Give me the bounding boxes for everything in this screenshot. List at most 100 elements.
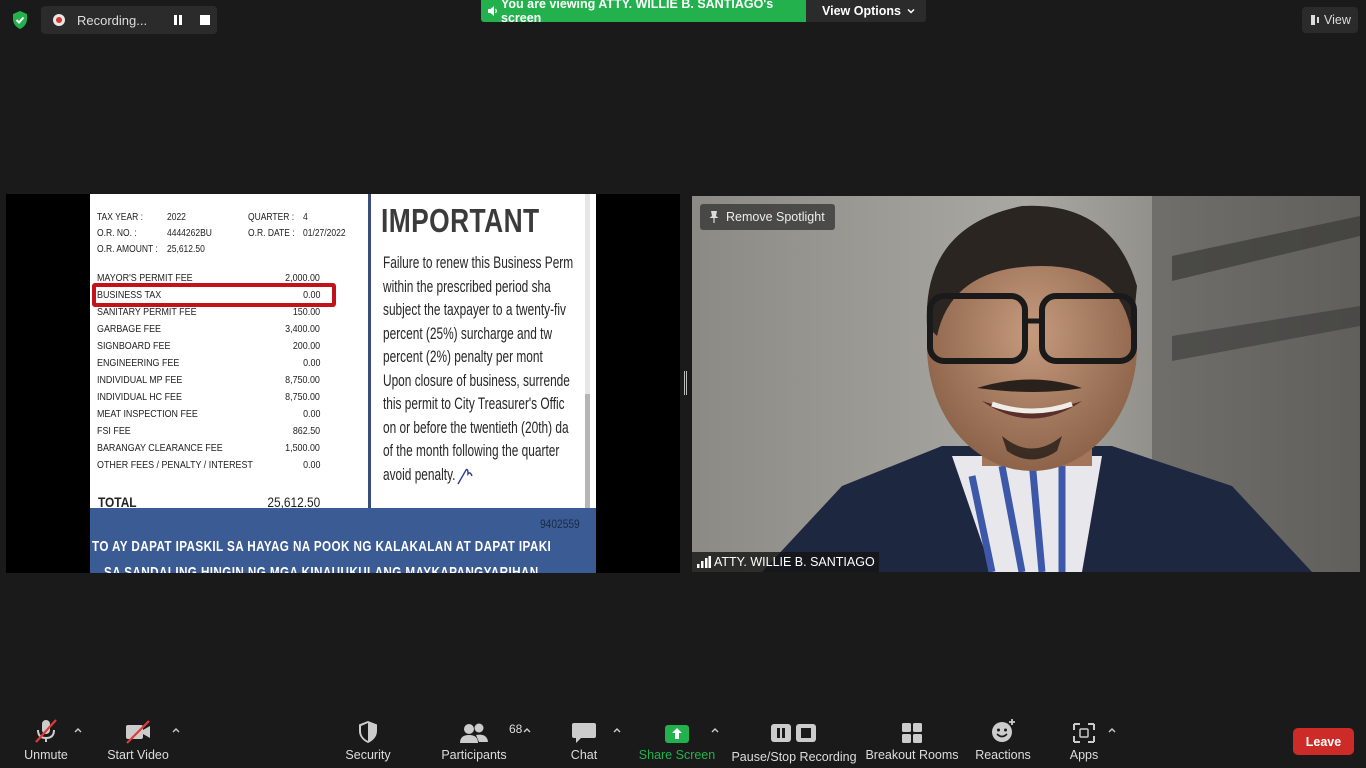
participants-icon bbox=[460, 723, 488, 743]
fee-label: ENGINEERING FEE bbox=[97, 357, 180, 369]
apps-button[interactable]: Apps bbox=[1066, 716, 1102, 766]
split-resize-handle[interactable] bbox=[684, 371, 687, 395]
security-label: Security bbox=[345, 748, 391, 762]
viewing-screen-banner: You are viewing ATTY. WILLIE B. SANTIAGO… bbox=[481, 0, 806, 25]
fee-label: INDIVIDUAL MP FEE bbox=[97, 374, 183, 386]
important-text: Failure to renew this Business Perm with… bbox=[383, 254, 574, 484]
video-options-caret-icon[interactable] bbox=[171, 726, 181, 734]
fee-amount: 862.50 bbox=[292, 425, 320, 437]
fee-label: MEAT INSPECTION FEE bbox=[97, 408, 198, 420]
participants-label: Participants bbox=[441, 748, 507, 762]
chat-bubble-icon bbox=[572, 723, 596, 743]
permit-fees-panel: TAX YEAR : 2022 QUARTER : 4 O.R. NO. : 4… bbox=[90, 194, 368, 510]
shield-icon bbox=[359, 721, 377, 743]
remove-spotlight-button[interactable]: Remove Spotlight bbox=[700, 204, 835, 230]
share-screen-button[interactable]: Share Screen bbox=[638, 716, 716, 766]
view-options-label: View Options bbox=[822, 4, 901, 18]
banner-text-line1: TO AY DAPAT IPASKIL SA HAYAG NA POOK NG … bbox=[92, 538, 552, 555]
connection-signal-icon bbox=[697, 556, 711, 568]
chevron-down-icon bbox=[907, 8, 915, 14]
tax-year-value: 2022 bbox=[167, 212, 186, 223]
view-layout-button[interactable]: View bbox=[1302, 7, 1358, 33]
fee-label: GARBAGE FEE bbox=[97, 323, 161, 335]
start-video-label: Start Video bbox=[107, 748, 169, 762]
video-camera-off-icon bbox=[126, 720, 150, 744]
or-date-label: O.R. DATE : bbox=[248, 228, 295, 239]
fee-label: INDIVIDUAL HC FEE bbox=[97, 391, 182, 403]
fee-amount: 3,400.00 bbox=[285, 323, 320, 335]
fee-amount: 150.00 bbox=[292, 306, 320, 318]
recording-status: Recording... bbox=[77, 12, 148, 28]
start-video-button[interactable]: Start Video bbox=[106, 716, 170, 766]
apps-label: Apps bbox=[1069, 748, 1099, 762]
spotlight-label: Remove Spotlight bbox=[726, 210, 825, 224]
chat-options-caret-icon[interactable] bbox=[612, 726, 622, 734]
document-scrollbar[interactable] bbox=[585, 194, 590, 512]
or-amount-label: O.R. AMOUNT : bbox=[97, 244, 158, 255]
pause-recording-icon[interactable] bbox=[173, 15, 183, 25]
fee-label: SANITARY PERMIT FEE bbox=[97, 306, 197, 318]
security-button[interactable]: Security bbox=[344, 716, 392, 766]
or-date-value: 01/27/2022 bbox=[303, 228, 346, 239]
participant-video-feed bbox=[692, 196, 1360, 572]
important-notice-panel: IMPORTANT Failure to renew this Business… bbox=[371, 194, 596, 512]
share-options-caret-icon[interactable] bbox=[710, 726, 720, 734]
chat-label: Chat bbox=[570, 748, 598, 762]
fee-label: FSI FEE bbox=[97, 425, 131, 437]
or-amount-value: 25,612.50 bbox=[167, 244, 205, 255]
speaker-icon bbox=[488, 6, 497, 16]
business-tax-highlight bbox=[92, 283, 336, 307]
chat-button[interactable]: Chat bbox=[566, 716, 602, 766]
permit-footer-banner: 9402559 TO AY DAPAT IPASKIL SA HAYAG NA … bbox=[90, 508, 596, 573]
breakout-rooms-label: Breakout Rooms bbox=[865, 748, 959, 762]
fee-label: SIGNBOARD FEE bbox=[97, 340, 171, 352]
reactions-smiley-icon bbox=[992, 719, 1015, 742]
quarter-label: QUARTER : bbox=[248, 212, 295, 223]
participants-button[interactable]: 68 Participants bbox=[440, 716, 522, 766]
pause-stop-recording-button[interactable]: Pause/Stop Recording bbox=[731, 716, 857, 766]
fee-label: OTHER FEES / PENALTY / INTEREST bbox=[97, 459, 253, 471]
fee-amount: 200.00 bbox=[292, 340, 320, 352]
unmute-button[interactable]: Unmute bbox=[20, 716, 72, 766]
participants-options-caret-icon[interactable] bbox=[522, 726, 532, 734]
recording-indicator: Recording... bbox=[41, 6, 217, 34]
fee-amount: 0.00 bbox=[302, 357, 320, 369]
participant-name: ATTY. WILLIE B. SANTIAGO bbox=[714, 555, 875, 569]
pin-icon bbox=[709, 211, 719, 223]
participant-video-tile: Remove Spotlight ATTY. WILLIE B. SANTIAG… bbox=[692, 196, 1360, 572]
viewing-screen-text: You are viewing ATTY. WILLIE B. SANTIAGO… bbox=[501, 0, 774, 25]
business-permit-document: TAX YEAR : 2022 QUARTER : 4 O.R. NO. : 4… bbox=[90, 194, 596, 573]
audio-options-caret-icon[interactable] bbox=[73, 726, 83, 734]
fee-amount: 1,500.00 bbox=[285, 442, 320, 454]
breakout-rooms-icon bbox=[902, 723, 922, 743]
unmute-label: Unmute bbox=[24, 748, 68, 762]
fee-amount: 0.00 bbox=[302, 408, 320, 420]
tax-year-label: TAX YEAR : bbox=[97, 212, 143, 223]
participants-count: 68 bbox=[509, 722, 523, 736]
fee-amount: 8,750.00 bbox=[285, 374, 320, 386]
microphone-muted-icon bbox=[35, 719, 57, 743]
apps-icon bbox=[1073, 723, 1095, 743]
pause-stop-recording-label: Pause/Stop Recording bbox=[731, 750, 857, 764]
reactions-label: Reactions bbox=[975, 748, 1031, 762]
stop-recording-icon[interactable] bbox=[200, 15, 210, 25]
fee-label: BARANGAY CLEARANCE FEE bbox=[97, 442, 223, 454]
grid-view-icon bbox=[1311, 15, 1319, 25]
leave-button[interactable]: Leave bbox=[1293, 728, 1354, 755]
fee-amount: 8,750.00 bbox=[285, 391, 320, 403]
breakout-rooms-button[interactable]: Breakout Rooms bbox=[865, 716, 959, 766]
quarter-value: 4 bbox=[303, 212, 308, 223]
handwritten-mark-icon bbox=[457, 468, 473, 485]
security-shield-icon[interactable] bbox=[10, 10, 30, 30]
permit-serial-number: 9402559 bbox=[540, 517, 580, 531]
or-no-value: 4444262BU bbox=[167, 228, 212, 239]
or-no-label: O.R. NO. : bbox=[97, 228, 137, 239]
important-title: IMPORTANT bbox=[381, 202, 540, 239]
pause-stop-icon bbox=[771, 724, 816, 742]
share-screen-label: Share Screen bbox=[638, 748, 716, 762]
view-label: View bbox=[1324, 13, 1351, 27]
view-options-button[interactable]: View Options bbox=[806, 0, 926, 22]
recording-dot-icon bbox=[53, 14, 65, 26]
apps-options-caret-icon[interactable] bbox=[1107, 726, 1117, 734]
reactions-button[interactable]: Reactions bbox=[974, 716, 1032, 766]
